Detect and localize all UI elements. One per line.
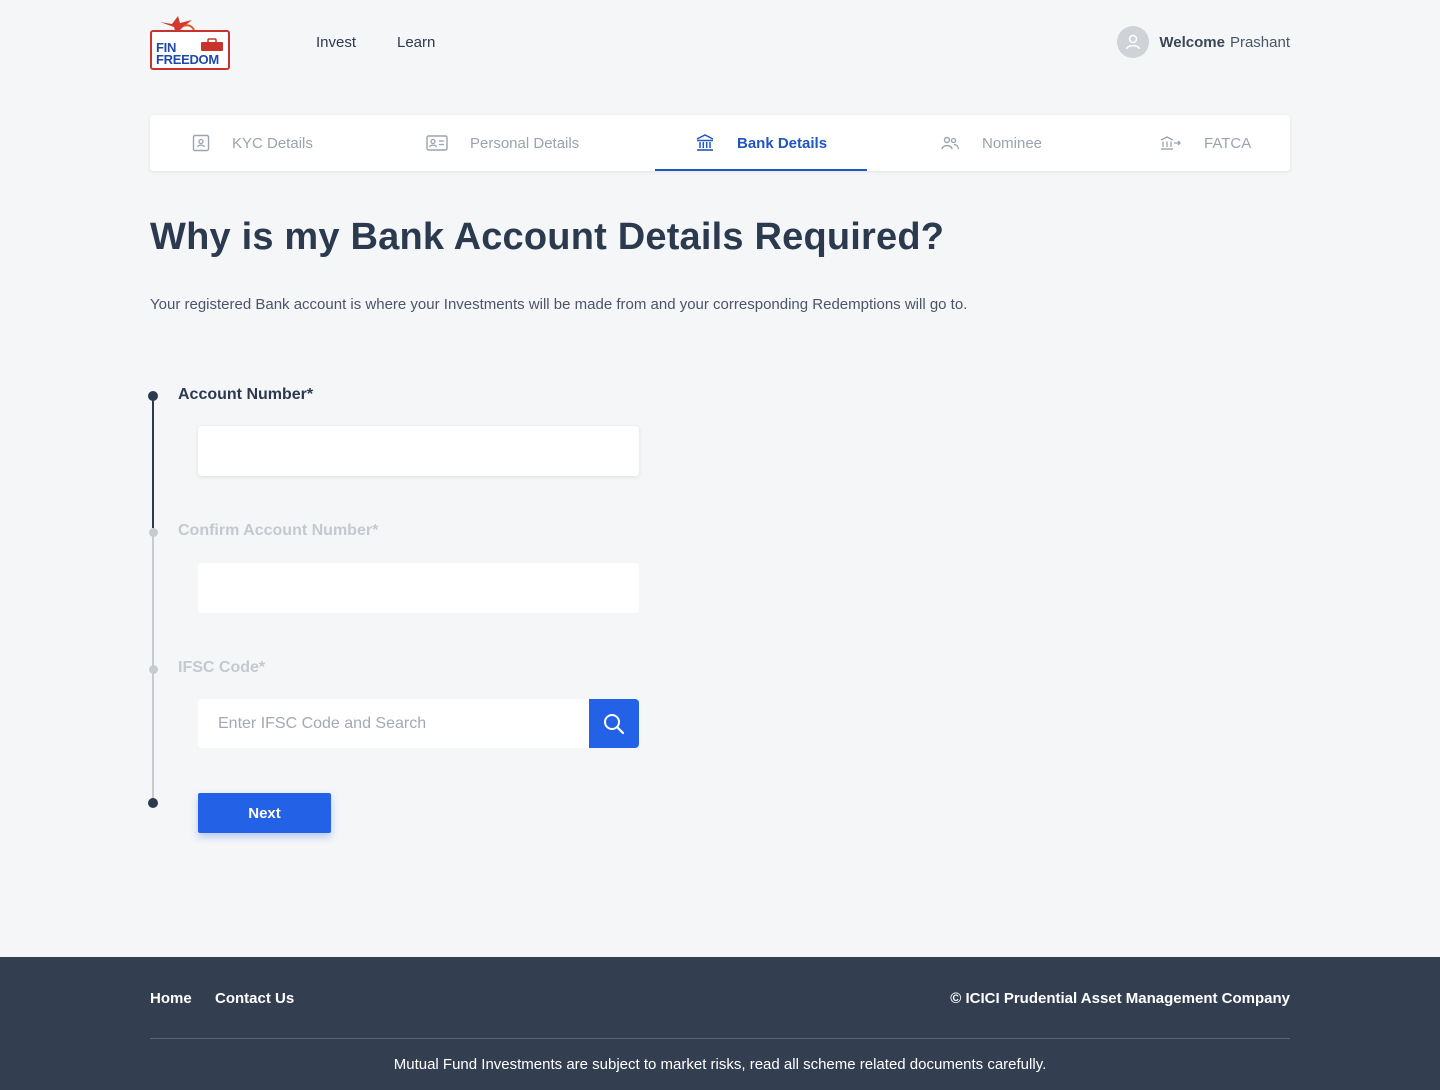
confirm-account-number-field[interactable] — [198, 563, 639, 613]
tab-label: Personal Details — [470, 134, 580, 152]
footer-disclaimer: Mutual Fund Investments are subject to m… — [393, 1056, 1047, 1073]
ifsc-code-label: IFSC Code* — [178, 659, 266, 676]
tab-nominee[interactable]: Nominee — [940, 115, 1042, 171]
id-card-icon — [192, 134, 210, 152]
people-icon — [940, 135, 960, 151]
ifsc-search-input[interactable] — [198, 699, 589, 748]
step-dot-confirm-account — [149, 528, 158, 537]
nav-invest-link[interactable]: Invest — [316, 34, 356, 51]
fin-freedom-logo[interactable]: FIN FREEDOM — [150, 14, 232, 72]
next-button[interactable]: Next — [198, 793, 331, 833]
step-dot-next — [148, 798, 158, 808]
briefcase-logo-icon — [201, 38, 223, 51]
confirm-account-number-label: Confirm Account Number* — [178, 522, 379, 539]
progress-line-completed — [152, 396, 154, 528]
onboarding-steps: KYC Details Personal Details Bank Detail… — [150, 115, 1290, 171]
tab-personal-details[interactable]: Personal Details — [426, 115, 579, 171]
search-icon — [604, 713, 625, 734]
step-dot-ifsc — [149, 665, 158, 674]
footer-contact-us-link[interactable]: Contact Us — [215, 990, 294, 1007]
tab-label: FATCA — [1204, 134, 1252, 152]
profile-card-icon — [426, 135, 448, 151]
logo-text-freedom: FREEDOM — [156, 52, 219, 67]
bank-transfer-icon — [1160, 135, 1182, 151]
tab-label: Nominee — [982, 134, 1043, 152]
step-dot-account-number — [148, 391, 158, 401]
tab-label: Bank Details — [737, 134, 828, 152]
footer-home-link[interactable]: Home — [150, 990, 192, 1007]
user-name: Prashant — [1229, 33, 1290, 51]
page-footer: Home Contact Us © ICICI Prudential Asset… — [0, 957, 1440, 1090]
active-tab-indicator — [655, 169, 867, 171]
page-title: Why is my Bank Account Details Required? — [150, 216, 945, 258]
user-avatar-icon — [1126, 34, 1141, 50]
nav-learn-link[interactable]: Learn — [397, 34, 435, 51]
tab-bank-details[interactable]: Bank Details — [695, 115, 827, 171]
account-number-label: Account Number* — [178, 386, 314, 403]
avatar[interactable] — [1117, 26, 1150, 58]
tab-fatca[interactable]: FATCA — [1160, 115, 1251, 171]
top-header: FIN FREEDOM Invest Learn Welcome Prashan… — [0, 0, 1440, 86]
bank-icon — [695, 133, 715, 153]
tab-kyc-details[interactable]: KYC Details — [192, 115, 313, 171]
tab-label: KYC Details — [232, 134, 313, 152]
page-subtitle: Your registered Bank account is where yo… — [150, 296, 968, 313]
welcome-greeting: Welcome — [1159, 33, 1225, 51]
footer-divider — [150, 1038, 1290, 1039]
ifsc-search-button[interactable] — [589, 699, 639, 748]
user-menu[interactable]: Welcome Prashant — [1117, 26, 1290, 58]
footer-copyright: © ICICI Prudential Asset Management Comp… — [950, 990, 1290, 1007]
account-number-field[interactable] — [198, 426, 639, 476]
